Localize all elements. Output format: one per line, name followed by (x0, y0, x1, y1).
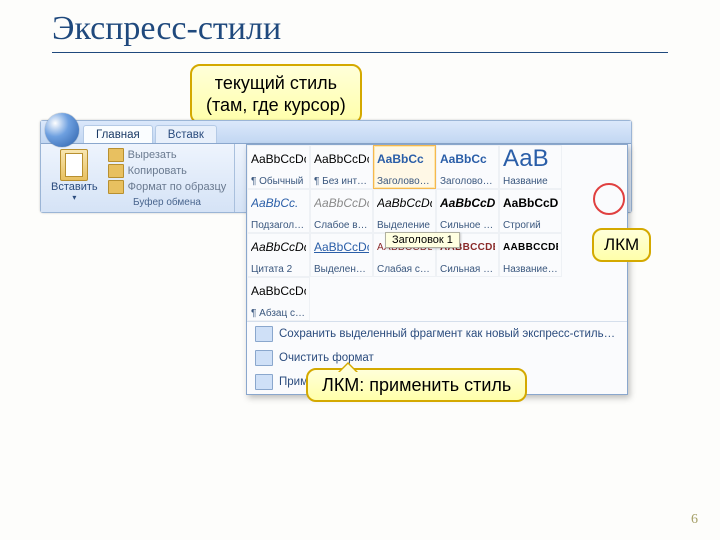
style-name: Слабое в… (314, 220, 369, 231)
copy-icon (108, 164, 124, 178)
callout-line: текущий стиль (215, 73, 337, 93)
style-name: Выделенн… (314, 264, 369, 275)
menu-label: Сохранить выделенный фрагмент как новый … (279, 328, 615, 340)
style-item[interactable]: АаВ Название (499, 145, 562, 189)
callout-current-style: текущий стиль (там, где курсор) (190, 64, 362, 124)
style-preview: AaBbCcDc (314, 192, 369, 214)
style-name: Заголово… (440, 176, 495, 187)
style-item[interactable]: AaBbCcDc Строгий (499, 189, 562, 233)
style-item[interactable]: AaBbCcDc Слабое в… (310, 189, 373, 233)
brush-icon (108, 180, 124, 194)
style-name: Слабая сс… (377, 264, 432, 275)
clipboard-small-buttons: Вырезать Копировать Формат по образцу Бу… (106, 147, 229, 210)
copy-button[interactable]: Копировать (106, 163, 229, 179)
style-preview: AaBbCcDc (251, 280, 306, 302)
apply-styles-icon (255, 374, 273, 390)
cut-label: Вырезать (128, 149, 177, 161)
style-item[interactable]: AaBbCcDc ¶ Абзац с… (247, 277, 310, 321)
ribbon-tabs: Главная Вставк (41, 121, 631, 144)
format-painter-label: Формат по образцу (128, 181, 227, 193)
style-name: Выделение (377, 220, 432, 231)
style-preview: AaBbCcDc (314, 148, 369, 170)
callout-apply-style: ЛКМ: применить стиль (306, 368, 527, 402)
eraser-icon (255, 350, 273, 366)
style-item[interactable]: AABBCCDE Название… (499, 233, 562, 277)
style-item[interactable]: AaBbCc. Подзагол… (247, 189, 310, 233)
style-preview: AaBbCcDc (503, 192, 558, 214)
style-item[interactable]: AaBbCcDc ¶ Без инте… (310, 145, 373, 189)
style-preview: AaBbCc (377, 148, 432, 170)
style-item[interactable]: AaBbCcDc Сильное … (436, 189, 499, 233)
style-name: Название… (503, 264, 558, 275)
slide-title: Экспресс-стили (52, 10, 668, 53)
style-item[interactable]: AaBbCcDc Цитата 2 (247, 233, 310, 277)
style-name: ¶ Абзац с… (251, 308, 306, 319)
callout-lkm: ЛКМ (592, 228, 651, 262)
menu-label: Очистить формат (279, 352, 374, 364)
paste-label: Вставить (51, 181, 98, 193)
style-preview: AABBCCDE (503, 236, 558, 258)
scissors-icon (108, 148, 124, 162)
style-preview: AaBbCcDc (377, 192, 432, 214)
tab-insert[interactable]: Вставк (155, 125, 217, 143)
style-name: Заголово… (377, 176, 432, 187)
style-preview: AaBbCc (440, 148, 495, 170)
group-title: Буфер обмена (106, 195, 229, 208)
style-preview: AaBbCc. (251, 192, 306, 214)
style-name: Строгий (503, 220, 558, 231)
style-item[interactable]: AaBbCcDc ¶ Обычный (247, 145, 310, 189)
callout-line: (там, где курсор) (206, 95, 346, 115)
style-name: ¶ Без инте… (314, 176, 369, 187)
menu-clear-format[interactable]: Очистить формат (247, 346, 627, 370)
copy-label: Копировать (128, 165, 187, 177)
paste-icon (60, 149, 88, 181)
style-preview: АаВ (503, 148, 558, 170)
menu-save-new-style[interactable]: Сохранить выделенный фрагмент как новый … (247, 322, 627, 346)
format-painter-button[interactable]: Формат по образцу (106, 179, 229, 195)
style-preview: AaBbCcDc (314, 236, 369, 258)
style-preview: AaBbCcDc (440, 192, 495, 214)
style-item[interactable]: AaBbCcDc Выделение (373, 189, 436, 233)
style-preview: AaBbCcDc (251, 148, 306, 170)
office-button[interactable] (45, 113, 79, 147)
style-name: Сильная с… (440, 264, 495, 275)
tab-home[interactable]: Главная (83, 125, 153, 143)
styles-gallery: AaBbCcDc¶ ОбычныйAaBbCcDc¶ Без инте…AaBb… (246, 144, 628, 395)
style-name: Название (503, 176, 558, 187)
style-name: ¶ Обычный (251, 176, 306, 187)
style-item[interactable]: AaBbCc Заголово… (436, 145, 499, 189)
paste-button[interactable]: Вставить ▾ (47, 147, 102, 210)
style-name: Сильное … (440, 220, 495, 231)
cut-button[interactable]: Вырезать (106, 147, 229, 163)
style-tooltip: Заголовок 1 (385, 232, 460, 248)
group-clipboard: Вставить ▾ Вырезать Копировать Формат по… (41, 144, 235, 212)
save-style-icon (255, 326, 273, 342)
page-number: 6 (691, 512, 698, 528)
style-name: Подзагол… (251, 220, 306, 231)
style-item[interactable]: AaBbCcDc Выделенн… (310, 233, 373, 277)
style-item[interactable]: AaBbCc Заголово… (373, 145, 436, 189)
style-name: Цитата 2 (251, 264, 306, 275)
style-preview: AaBbCcDc (251, 236, 306, 258)
